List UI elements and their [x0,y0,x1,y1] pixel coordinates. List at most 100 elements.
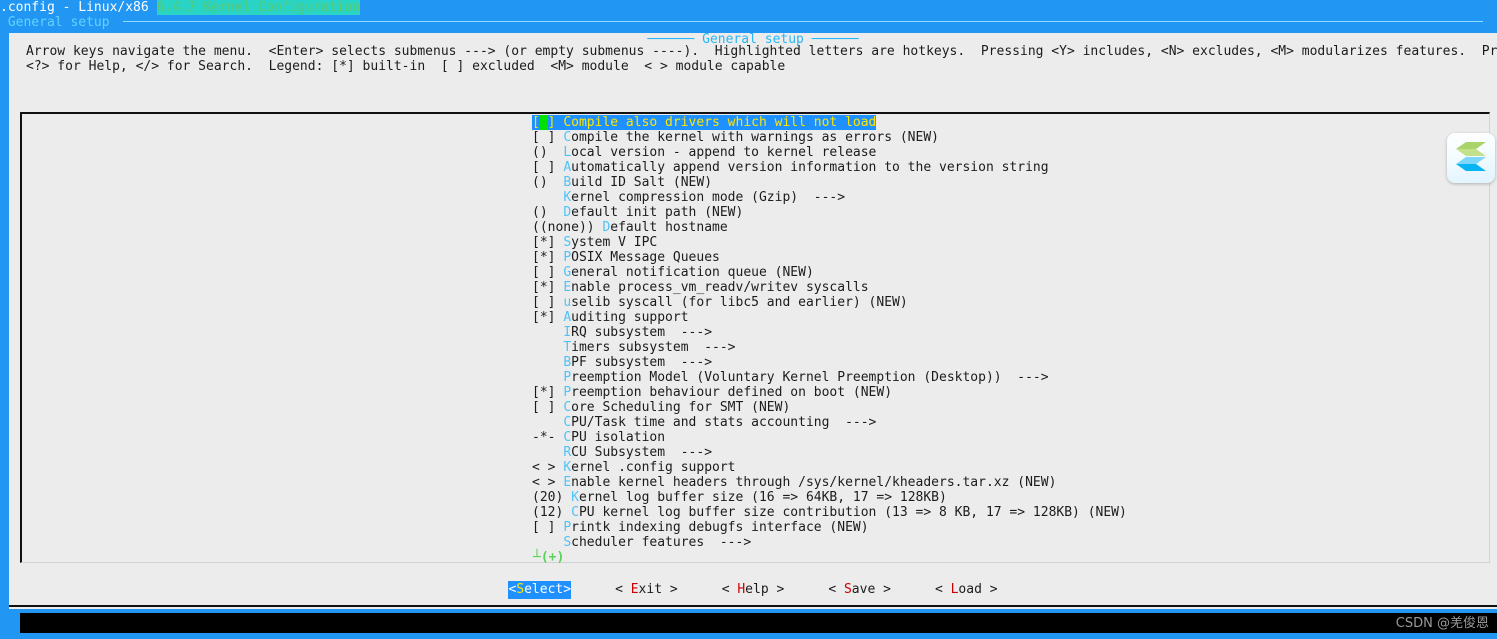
menu-item-prefix [532,415,563,430]
menu-item[interactable]: () Local version - append to kernel rele… [532,145,1127,160]
button-label: elect [524,582,564,597]
menu-item[interactable]: [*] Auditing support [532,310,1127,325]
menu-list[interactable]: [ ] Compile also drivers which will not … [532,115,1127,550]
menu-item-prefix: [ ] [532,160,564,175]
menu-item[interactable]: [*] System V IPC [532,235,1127,250]
menu-item-prefix: [*] [532,385,564,400]
menu-item[interactable]: [ ] Core Scheduling for SMT (NEW) [532,400,1127,415]
menu-item-label: utomatically append version information … [571,160,1049,175]
menu-item-label: imers subsystem ---> [571,340,736,355]
menu-item-prefix: () [532,175,564,190]
menu-item[interactable]: [*] Enable process_vm_readv/writev sysca… [532,280,1127,295]
menu-item-label: ernel compression mode (Gzip) ---> [571,190,846,205]
menu-item-hotkey: S [563,535,572,550]
bottom-black-strip [20,613,1497,633]
menu-item[interactable]: BPF subsystem ---> [532,355,1127,370]
menu-item-label: ocal version - append to kernel release [571,145,877,160]
menu-item[interactable]: [ ] Printk indexing debugfs interface (N… [532,520,1127,535]
menu-item-prefix: [*] [532,235,564,250]
menu-item-prefix [532,445,563,460]
menu-item-label: RQ subsystem ---> [571,325,713,340]
menu-item-label: PU kernel log buffer size contribution (… [578,505,1127,520]
menu-item[interactable]: ((none)) Default hostname [532,220,1127,235]
menu-item-label: nable kernel headers through /sys/kernel… [571,475,1057,490]
menu-item-label: PF subsystem ---> [571,355,713,370]
menu-item-label: ernel log buffer size (16 => 64KB, 17 =>… [578,490,947,505]
menu-item-hotkey: S [563,235,572,250]
menu-item-prefix [532,355,563,370]
menu-item[interactable]: Scheduler features ---> [532,535,1127,550]
menu-item-label: efault hostname [610,220,728,235]
button-exit[interactable]: < Exit > [615,581,678,599]
menu-item[interactable]: (20) Kernel log buffer size (16 => 64KB,… [532,490,1127,505]
menu-item-prefix: (20) [532,490,572,505]
button-hotkey: E [630,582,639,597]
menu-item-hotkey: K [563,460,572,475]
window-caption: General setup [0,15,1497,31]
menu-item-hotkey: C [563,115,572,130]
menu-item-prefix-end: ] [547,115,564,130]
button-save[interactable]: < Save > [828,581,891,599]
menu-item[interactable]: [ ] Automatically append version informa… [532,160,1127,175]
titlebar-config-label: .config - Linux/x86 [0,0,157,15]
window-caption-label: General setup [0,15,118,30]
snipaste-logo-icon [1456,142,1486,171]
menu-box[interactable]: [ ] Compile also drivers which will not … [20,112,1490,565]
menu-item[interactable]: [ ] Compile also drivers which will not … [532,115,877,130]
menu-item-label: PU isolation [571,430,666,445]
button-bracket-right: > [662,582,678,597]
menu-item[interactable]: < > Kernel .config support [532,460,1127,475]
menu-item[interactable]: [ ] uselib syscall (for libc5 and earlie… [532,295,1127,310]
menu-item-prefix [532,340,563,355]
menu-item[interactable]: Timers subsystem ---> [532,340,1127,355]
menu-item-prefix: < > [532,460,564,475]
menu-item[interactable]: RCU Subsystem ---> [532,445,1127,460]
menu-item[interactable]: < > Enable kernel headers through /sys/k… [532,475,1127,490]
button-bracket-right: > [875,582,891,597]
floating-app-widget[interactable] [1447,133,1495,183]
menu-item-prefix: [ [532,115,540,130]
scroll-more-indicator: ┴(+) [533,550,565,565]
menu-item-hotkey: C [563,130,572,145]
menu-item-prefix: [*] [532,310,564,325]
menu-item[interactable]: () Default init path (NEW) [532,205,1127,220]
menu-item-prefix: [*] [532,280,564,295]
menu-item[interactable]: [*] POSIX Message Queues [532,250,1127,265]
menu-item-prefix: < > [532,475,564,490]
menu-item[interactable]: IRQ subsystem ---> [532,325,1127,340]
button-label: oad [958,582,982,597]
menu-item[interactable]: Kernel compression mode (Gzip) ---> [532,190,1127,205]
menu-item[interactable]: [ ] Compile the kernel with warnings as … [532,130,1127,145]
menu-item-label: uditing support [571,310,689,325]
button-bracket-left: < [828,582,844,597]
menu-item-label: eneral notification queue (NEW) [571,265,814,280]
menu-item-prefix: -*- [532,430,564,445]
button-help[interactable]: < Help > [722,581,785,599]
menu-item-hotkey: B [563,355,572,370]
menu-item-hotkey: C [563,400,572,415]
menu-item-label: reemption Model (Voluntary Kernel Preemp… [571,370,1049,385]
button-load[interactable]: < Load > [935,581,998,599]
titlebar: .config - Linux/x86 6.4.7 Kernel Configu… [0,0,1497,15]
menu-item-prefix: (12) [532,505,572,520]
button-label: xit [638,582,663,597]
menu-item-label: uild ID Salt (NEW) [571,175,713,190]
menu-item[interactable]: CPU/Task time and stats accounting ---> [532,415,1127,430]
menu-item[interactable]: Preemption Model (Voluntary Kernel Preem… [532,370,1127,385]
button-bracket-left: < [721,582,738,597]
button-hotkey: S [843,582,852,597]
menu-item[interactable]: (12) CPU kernel log buffer size contribu… [532,505,1127,520]
button-select[interactable]: <Select> [508,581,572,599]
help-text-line1: Arrow keys navigate the menu. <Enter> se… [26,44,1497,59]
menu-item-hotkey: L [563,145,572,160]
menu-item[interactable]: [ ] General notification queue (NEW) [532,265,1127,280]
menu-item-prefix: [ ] [532,520,564,535]
menu-item[interactable]: [*] Preemption behaviour defined on boot… [532,385,1127,400]
menu-item[interactable]: () Build ID Salt (NEW) [532,175,1127,190]
menu-item-hotkey: u [563,295,572,310]
menu-item-hotkey: P [563,385,572,400]
menu-item-prefix [532,370,563,385]
menu-item-label: rintk indexing debugfs interface (NEW) [571,520,869,535]
menu-item[interactable]: -*- CPU isolation [532,430,1127,445]
menu-item-hotkey: P [563,370,572,385]
